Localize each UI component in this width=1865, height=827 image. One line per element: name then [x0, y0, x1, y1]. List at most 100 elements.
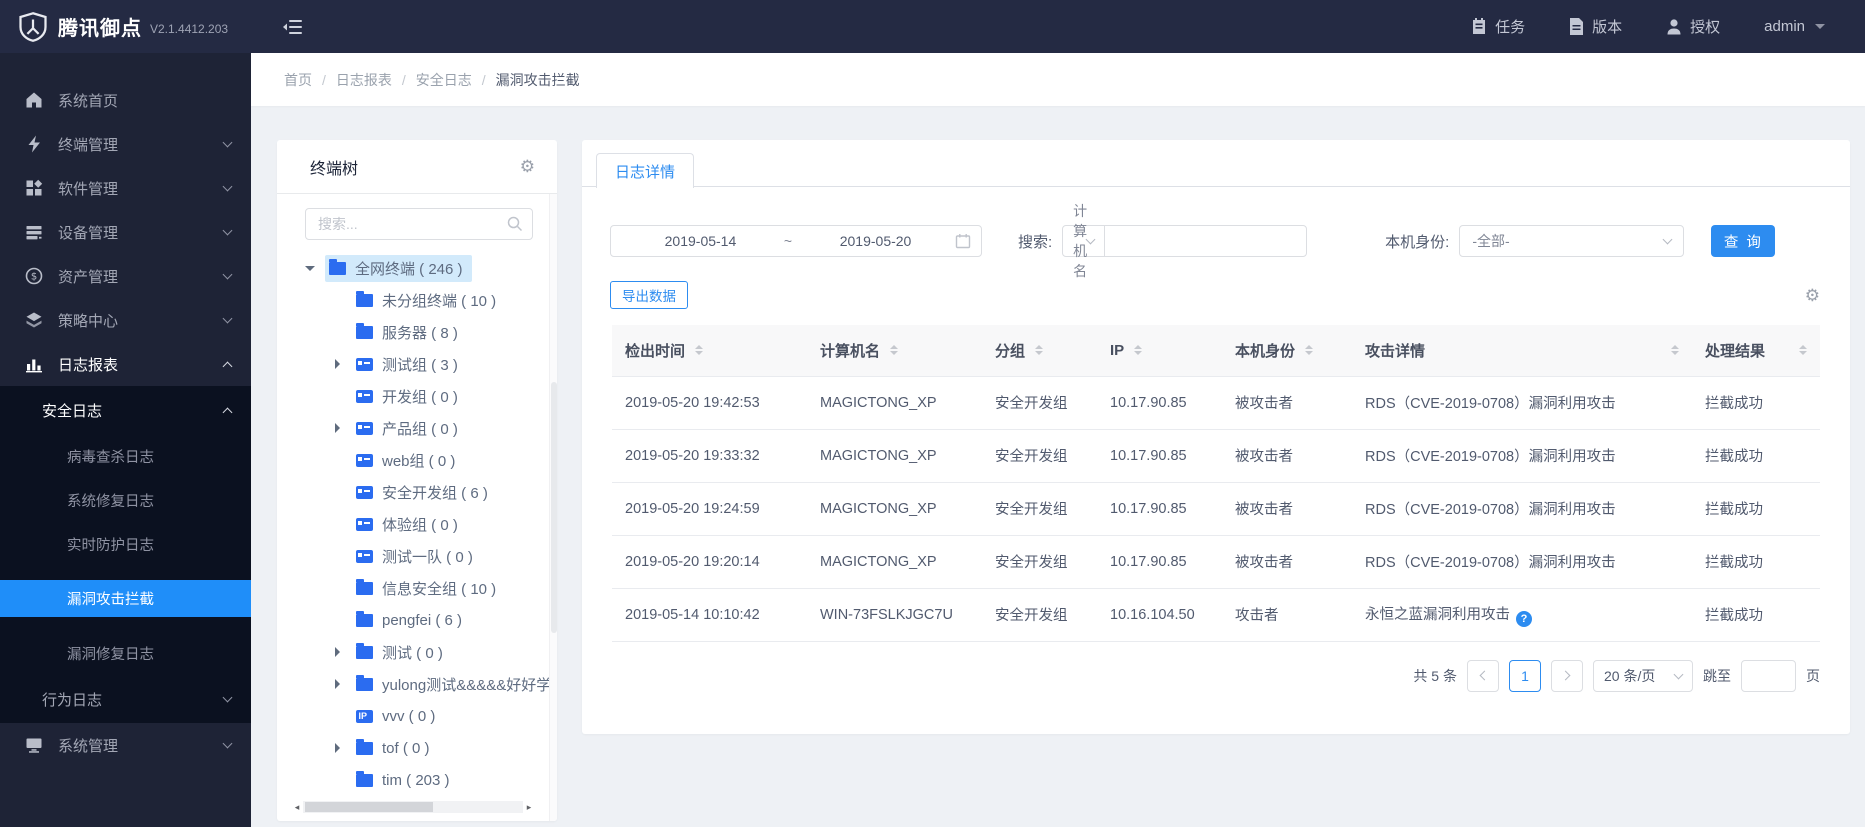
page-size-value: 20 条/页: [1604, 667, 1656, 684]
sidebar-item-terminal[interactable]: 终端管理: [0, 122, 251, 166]
sort-icon[interactable]: [1035, 341, 1043, 359]
table-row[interactable]: 2019-05-20 19:42:53 MAGICTONG_XP 安全开发组 1…: [612, 375, 1820, 430]
sort-icon[interactable]: [1134, 341, 1142, 359]
sidebar-item-home[interactable]: 系统首页: [0, 78, 251, 122]
tree-node[interactable]: 服务器 ( 8 ): [277, 316, 549, 348]
col-attack-detail[interactable]: 攻击详情: [1352, 325, 1692, 376]
gear-icon[interactable]: [520, 157, 535, 177]
sidebar-item-system-manage[interactable]: 系统管理: [0, 723, 251, 767]
tree-node[interactable]: 产品组 ( 0 ): [277, 412, 549, 444]
tree-node[interactable]: yulong测试&&&&&好好学: [277, 668, 549, 700]
cell-detect-time: 2019-05-20 19:33:32: [612, 429, 807, 483]
caret-right-icon[interactable]: [332, 679, 352, 689]
breadcrumb-home[interactable]: 首页: [284, 70, 312, 90]
vertical-scrollbar[interactable]: [549, 194, 557, 821]
prev-page-button[interactable]: [1467, 659, 1499, 692]
sidebar-item-vuln-attack-block[interactable]: 漏洞攻击拦截: [0, 580, 251, 617]
tree-node[interactable]: 体验组 ( 0 ): [277, 508, 549, 540]
sidebar-item-realtime-protect-log[interactable]: 实时防护日志: [0, 522, 251, 566]
sidebar-item-device[interactable]: 设备管理: [0, 210, 251, 254]
sidebar-collapse-icon[interactable]: [283, 19, 303, 35]
sort-icon[interactable]: [1305, 341, 1313, 359]
sort-icon[interactable]: [695, 341, 703, 359]
cell-ip: 10.17.90.85: [1097, 429, 1222, 483]
col-detect-time[interactable]: 检出时间: [612, 325, 807, 376]
terminal-tree-panel: 终端树 全网终端 ( 246 ) 未分组终端 ( 10 ) 服务器 ( 8: [277, 140, 557, 821]
caret-right-icon[interactable]: [332, 359, 352, 369]
scrollbar-thumb[interactable]: [305, 802, 433, 812]
scrollbar-thumb[interactable]: [551, 382, 557, 633]
caret-down-icon[interactable]: [305, 261, 325, 276]
col-group[interactable]: 分组: [982, 325, 1097, 376]
scroll-right-icon[interactable]: [523, 801, 535, 813]
section-security-log[interactable]: 安全日志: [0, 386, 251, 434]
sidebar-item-label: 系统首页: [58, 92, 119, 110]
tree-node[interactable]: 未分组终端 ( 10 ): [277, 284, 549, 316]
search-keyword-input[interactable]: [1105, 226, 1307, 256]
col-ip[interactable]: IP: [1097, 325, 1222, 376]
tree-node[interactable]: 安全开发组 ( 6 ): [277, 476, 549, 508]
help-icon[interactable]: [1516, 610, 1532, 627]
page-size-select[interactable]: 20 条/页: [1593, 659, 1693, 692]
search-icon: [507, 216, 523, 232]
tree-node[interactable]: 开发组 ( 0 ): [277, 380, 549, 412]
tree-node[interactable]: tim ( 203 ): [277, 764, 549, 796]
chevron-down-icon: [222, 225, 233, 236]
sidebar-item-software[interactable]: 软件管理: [0, 166, 251, 210]
caret-right-icon[interactable]: [332, 743, 352, 753]
sidebar-item-policy[interactable]: 策略中心: [0, 298, 251, 342]
sort-icon[interactable]: [1671, 341, 1679, 359]
tree-node-label: pengfei ( 6 ): [382, 611, 463, 629]
table-row[interactable]: 2019-05-14 10:10:42 WIN-73FSLKJGC7U 安全开发…: [612, 588, 1820, 642]
col-computer-name[interactable]: 计算机名: [807, 325, 982, 376]
tab-log-detail[interactable]: 日志详情: [596, 153, 695, 189]
scrollbar-track[interactable]: [303, 801, 523, 813]
sort-icon[interactable]: [890, 341, 898, 359]
table-row[interactable]: 2019-05-20 19:24:59 MAGICTONG_XP 安全开发组 1…: [612, 482, 1820, 536]
version-menu-item[interactable]: 版本: [1569, 16, 1622, 37]
next-page-button[interactable]: [1551, 659, 1583, 692]
identity-select[interactable]: -全部-: [1459, 225, 1685, 257]
col-result[interactable]: 处理结果: [1692, 325, 1820, 376]
jump-page-input[interactable]: [1741, 659, 1796, 692]
tree-search-input[interactable]: [306, 216, 532, 232]
tree-node[interactable]: 测试组 ( 3 ): [277, 348, 549, 380]
sidebar-item-system-repair-log[interactable]: 系统修复日志: [0, 478, 251, 522]
tree-node[interactable]: tof ( 0 ): [277, 732, 549, 764]
scroll-left-icon[interactable]: [291, 801, 303, 813]
tree-node[interactable]: web组 ( 0 ): [277, 444, 549, 476]
sidebar-item-label: 设备管理: [58, 224, 119, 242]
breadcrumb-security-log[interactable]: 安全日志: [416, 70, 472, 90]
tree-node[interactable]: 全网终端 ( 246 ): [277, 252, 549, 284]
tree-node[interactable]: 测试一队 ( 0 ): [277, 540, 549, 572]
sidebar-item-virus-scan-log[interactable]: 病毒查杀日志: [0, 434, 251, 478]
tree-node[interactable]: 测试 ( 0 ): [277, 636, 549, 668]
page-number-button[interactable]: 1: [1509, 659, 1541, 692]
tree-node[interactable]: vvv ( 0 ): [277, 700, 549, 732]
sidebar-item-vuln-repair-log[interactable]: 漏洞修复日志: [0, 631, 251, 675]
tasks-menu-item[interactable]: 任务: [1471, 16, 1525, 37]
admin-menu-item[interactable]: admin: [1764, 18, 1825, 35]
horizontal-scrollbar[interactable]: [291, 801, 535, 813]
gear-icon[interactable]: [1805, 286, 1820, 306]
caret-right-icon[interactable]: [332, 647, 352, 657]
col-identity[interactable]: 本机身份: [1222, 325, 1352, 376]
caret-right-icon[interactable]: [332, 423, 352, 433]
sidebar-item-log-report[interactable]: 日志报表: [0, 342, 251, 386]
table-row[interactable]: 2019-05-20 19:20:14 MAGICTONG_XP 安全开发组 1…: [612, 535, 1820, 589]
layers-icon: [24, 310, 44, 330]
topbar: 腾讯御点 V2.1.4412.203 任务 版本 授权 admin: [0, 0, 1865, 53]
section-behavior-log[interactable]: 行为日志: [0, 675, 251, 723]
tree-node[interactable]: pengfei ( 6 ): [277, 604, 549, 636]
sort-icon[interactable]: [1799, 341, 1807, 359]
table-row[interactable]: 2019-05-20 19:33:32 MAGICTONG_XP 安全开发组 1…: [612, 429, 1820, 483]
license-label: 授权: [1690, 19, 1721, 36]
tree-node[interactable]: 信息安全组 ( 10 ): [277, 572, 549, 604]
breadcrumb-log-report[interactable]: 日志报表: [336, 70, 392, 90]
search-type-select[interactable]: 计算机名: [1063, 203, 1106, 279]
date-range-picker[interactable]: 2019-05-14 ~ 2019-05-20: [610, 225, 982, 257]
query-button[interactable]: 查 询: [1711, 225, 1776, 257]
license-menu-item[interactable]: 授权: [1666, 16, 1720, 37]
sidebar-item-asset[interactable]: $ 资产管理: [0, 254, 251, 298]
export-data-button[interactable]: 导出数据: [610, 281, 688, 309]
